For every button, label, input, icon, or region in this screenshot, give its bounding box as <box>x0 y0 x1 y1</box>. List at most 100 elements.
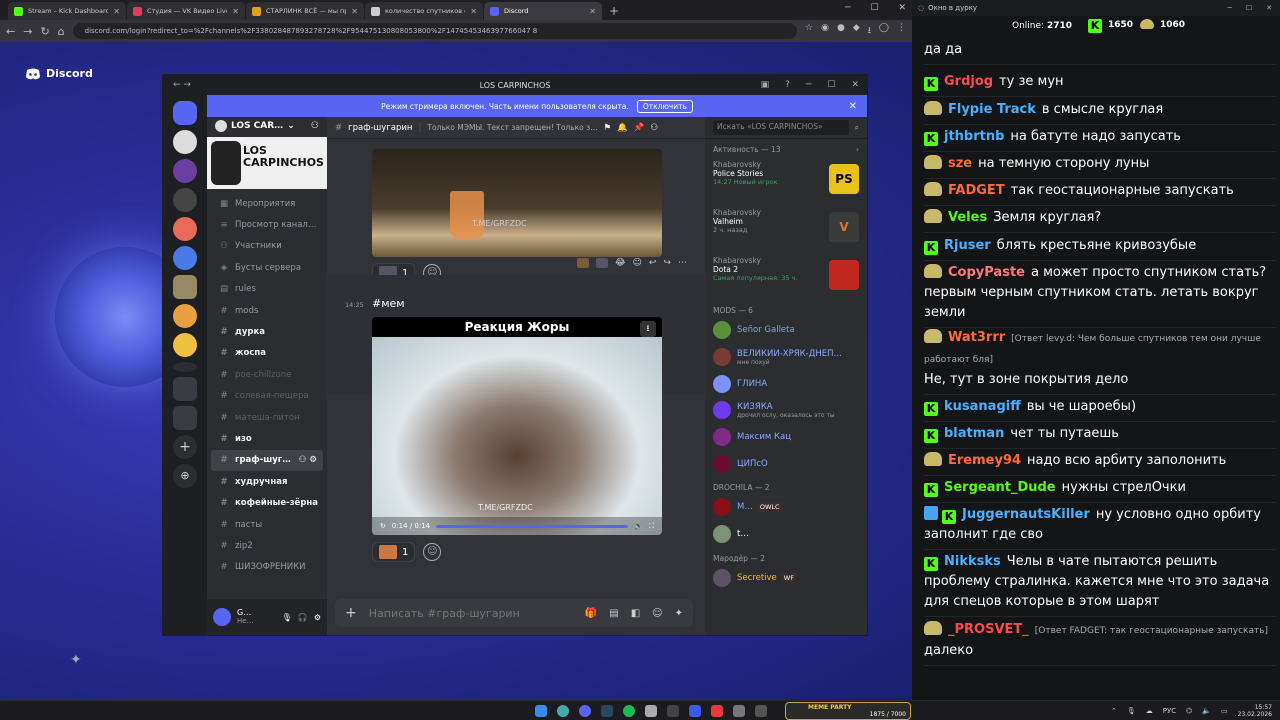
pin-icon[interactable]: 📌 <box>634 123 645 133</box>
bell-icon[interactable]: 🔔 <box>617 123 628 133</box>
server-icon[interactable] <box>173 304 197 328</box>
channel-topic[interactable]: Только МЭМЫ. Текст запрещен! Только з… <box>427 123 597 132</box>
gear-icon[interactable]: ⚙ <box>314 613 321 622</box>
url-field[interactable]: discord.com/login?redirect_to=%2Fchannel… <box>73 23 797 39</box>
minimize-icon[interactable]: ─ <box>845 3 850 13</box>
add-reaction-icon[interactable]: ☺ <box>423 543 441 561</box>
activity-card[interactable]: Khabarovsky Valheim 2 ч. назад V <box>705 204 867 252</box>
channel-item[interactable]: # изо <box>207 428 327 449</box>
battery-icon[interactable]: ▭ <box>1221 707 1228 715</box>
app-icon[interactable] <box>645 705 657 717</box>
close-icon[interactable]: ✕ <box>351 7 358 16</box>
channel-item[interactable]: # zip2 <box>207 535 327 556</box>
add-member-icon[interactable]: ⚇ <box>311 121 319 131</box>
chrome-icon[interactable] <box>557 705 569 717</box>
chat-username[interactable]: Wat3rrr <box>948 330 1005 345</box>
volume-icon[interactable]: 🔈 <box>634 522 643 530</box>
browser-tab[interactable]: Студия — VK Видео Live ✕ <box>127 2 245 20</box>
minimize-icon[interactable]: ─ <box>1228 4 1232 12</box>
reaction-pill[interactable]: 1 <box>372 542 415 562</box>
maximize-icon[interactable]: ☐ <box>870 3 878 13</box>
browser-tab[interactable]: количество спутников старл… ✕ <box>365 2 483 20</box>
activity-card[interactable]: Khabarovsky Dota 2 Самая популярная: 35 ч. <box>705 252 867 300</box>
avatar[interactable] <box>213 608 231 626</box>
close-icon[interactable]: ✕ <box>851 80 859 90</box>
microphone-icon[interactable]: 🎙 <box>1127 707 1136 715</box>
video-attachment[interactable]: Реакция Жоры ⭳ T.ME/GRFZDC ↻ 0:14 / 0:14… <box>372 317 662 535</box>
maximize-icon[interactable]: ☐ <box>827 80 835 90</box>
spotify-icon[interactable] <box>623 705 635 717</box>
steam-icon[interactable] <box>601 705 613 717</box>
server-icon[interactable] <box>173 159 197 183</box>
channel-item[interactable]: # mods <box>207 300 327 321</box>
channel-item[interactable]: # дурка <box>207 321 327 342</box>
sticker-icon[interactable]: ◧ <box>631 608 640 619</box>
bookmark-star-icon[interactable]: ☆ <box>805 23 813 39</box>
chat-username[interactable]: Veles <box>948 210 987 225</box>
member-item[interactable]: Señor Galleta <box>705 317 867 344</box>
channel-item[interactable]: # пасты <box>207 514 327 535</box>
close-icon[interactable]: ✕ <box>1266 4 1272 12</box>
inbox-icon[interactable]: ▣ <box>761 80 770 90</box>
activity-section-header[interactable]: Активность — 13 › <box>705 139 867 156</box>
server-header[interactable]: LOS CAR… ⌄ ⚇ <box>207 117 327 135</box>
close-icon[interactable]: ✕ <box>470 7 477 16</box>
chat-username[interactable]: jthbrtnb <box>944 129 1004 144</box>
app-icon[interactable] <box>755 705 767 717</box>
chat-username[interactable]: blatman <box>944 426 1004 441</box>
clock[interactable]: 15:57 23.02.2026 <box>1238 704 1272 718</box>
volume-icon[interactable]: 🔈 <box>1202 707 1211 715</box>
activity-card[interactable]: Khabarovsky Police Stories 14:27 Новый игр… <box>705 156 867 204</box>
chat-username[interactable]: Eremey94 <box>948 453 1021 468</box>
quick-reaction[interactable] <box>577 258 589 268</box>
channel-item[interactable]: ▤ rules <box>207 279 327 300</box>
channel-item[interactable]: # худручная <box>207 471 327 492</box>
browser-tab[interactable]: Discord ✕ <box>484 2 602 20</box>
discord-taskbar-icon[interactable] <box>579 705 591 717</box>
app-icon[interactable] <box>733 705 745 717</box>
minimize-icon[interactable]: ─ <box>806 80 811 90</box>
channel-item[interactable]: # солевая-пещера <box>207 386 327 407</box>
server-icon[interactable] <box>173 275 197 299</box>
member-item[interactable]: ЦИПсО <box>705 450 867 477</box>
gear-icon[interactable]: ⚇ ⚙ <box>299 455 317 465</box>
download-icon[interactable]: ⭳ <box>640 321 656 337</box>
back-icon[interactable]: ← <box>6 25 15 38</box>
message-input[interactable]: Написать #граф-шугарин <box>369 607 573 620</box>
channel-item[interactable]: # poe-chillzone <box>207 364 327 385</box>
search-icon[interactable]: ⌕ <box>855 123 859 133</box>
more-icon[interactable]: ⋯ <box>678 258 687 268</box>
chat-username[interactable]: Flypie Track <box>948 102 1036 117</box>
close-icon[interactable]: ✕ <box>232 7 239 16</box>
app-icon[interactable] <box>711 705 723 717</box>
headphones-icon[interactable]: 🎧 <box>298 613 308 622</box>
reload-icon[interactable]: ↻ <box>40 25 49 38</box>
emoji-icon[interactable]: ☺ <box>652 608 662 619</box>
channel-item[interactable]: # ШИЗОФРЕНИКИ <box>207 557 327 578</box>
forward-icon[interactable]: → <box>23 25 32 38</box>
channel-item[interactable]: # граф-шуг… ⚇ ⚙ <box>211 450 323 471</box>
member-item[interactable]: ВЕЛИКИЙ-ХРЯК-ДНЕП… мне похуй <box>705 344 867 371</box>
discord-logo[interactable]: Discord <box>25 67 93 80</box>
menu-icon[interactable]: ⋮ <box>897 23 906 39</box>
channel-item[interactable]: ≡ Просмотр канал… <box>207 214 327 235</box>
close-icon[interactable]: ✕ <box>849 101 857 112</box>
microphone-icon[interactable]: 🎙 <box>282 613 292 622</box>
gift-icon[interactable]: 🎁 <box>585 608 597 619</box>
channel-item[interactable]: ▦ Мероприятия <box>207 193 327 214</box>
video-progress-bar[interactable] <box>436 525 628 528</box>
threads-icon[interactable]: ⚑ <box>604 123 612 133</box>
extension-icon[interactable]: ◆ <box>853 23 860 39</box>
chat-username[interactable]: FADGET <box>948 183 1005 198</box>
back-forward-icon[interactable]: ← → <box>173 80 191 90</box>
close-icon[interactable]: ✕ <box>113 7 120 16</box>
server-folder[interactable] <box>173 377 197 401</box>
close-icon[interactable]: ✕ <box>589 7 596 16</box>
chat-username[interactable]: sze <box>948 156 972 171</box>
member-item[interactable]: КИЗЯКА дрочил ослу, оказалось это ты <box>705 397 867 424</box>
browser-tab[interactable]: СТАРЛИНК ВСЁ — мы проигр… ✕ <box>246 2 364 20</box>
gif-icon[interactable]: ▤ <box>609 608 618 619</box>
chevron-up-icon[interactable]: ⌃ <box>1111 707 1117 715</box>
channel-item[interactable]: # жоспа <box>207 343 327 364</box>
close-icon[interactable]: ✕ <box>898 3 906 13</box>
